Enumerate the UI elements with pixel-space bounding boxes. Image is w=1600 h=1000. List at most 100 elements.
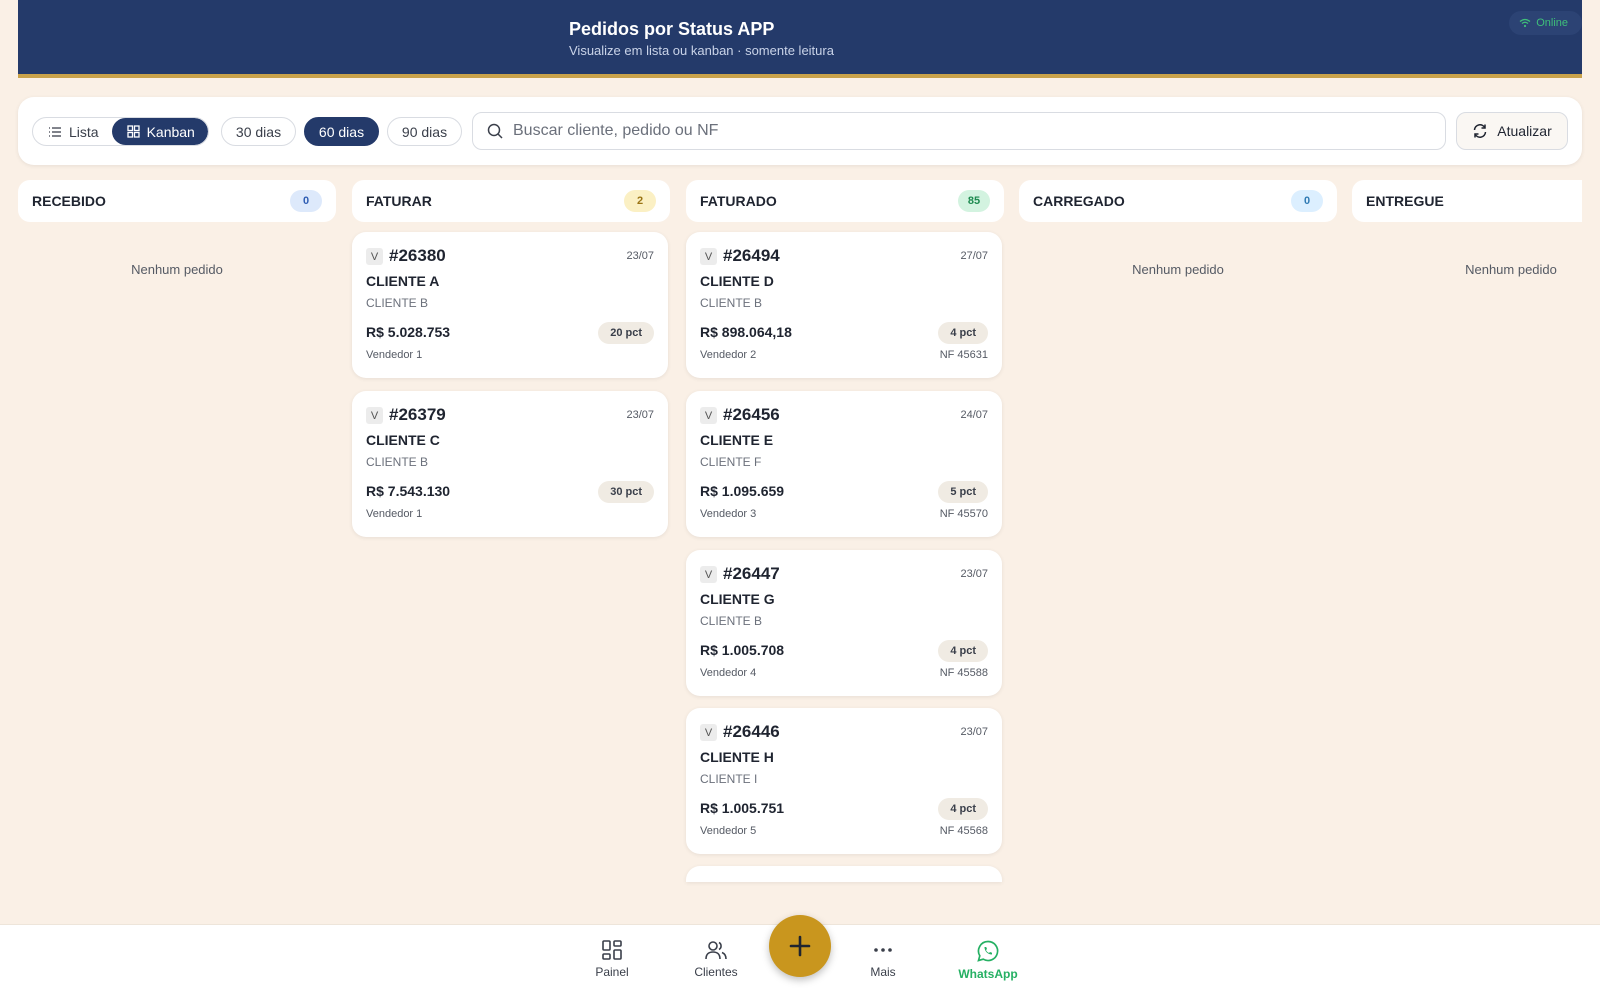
order-value: R$ 5.028.753 (366, 324, 451, 340)
order-date: 23/07 (626, 409, 654, 421)
order-card[interactable]: V #26446 23/07 CLIENTE H CLIENTE I R$ 1.… (686, 708, 1002, 854)
client-secondary: CLIENTE B (700, 296, 763, 310)
order-number: #26379 (389, 405, 446, 424)
order-number: #26446 (723, 722, 780, 741)
order-card[interactable]: V #26456 24/07 CLIENTE E CLIENTE F R$ 1.… (686, 391, 1002, 537)
order-number: #26494 (723, 246, 780, 265)
column-header: FATURADO 85 (686, 180, 1004, 222)
seller-name: Vendedor 3 (700, 508, 757, 520)
page-subtitle: Visualize em lista ou kanban · somente l… (569, 43, 834, 58)
refresh-icon (1474, 124, 1487, 138)
order-number: #26456 (723, 405, 780, 424)
online-status-badge: Online (1509, 11, 1582, 35)
dashboard-icon (602, 940, 622, 960)
search-input[interactable] (513, 122, 1413, 140)
column-carregado: CARREGADO 0 Nenhum pedido (1019, 180, 1337, 277)
column-title: FATURAR (366, 193, 432, 209)
order-card[interactable]: V #26380 23/07 CLIENTE A CLIENTE B R$ 5.… (352, 232, 668, 378)
nav-whatsapp[interactable]: WhatsApp (948, 939, 1028, 981)
column-faturar: FATURAR 2 V #26380 23/07 CLIENTE A CLIEN… (352, 180, 670, 537)
order-date: 23/07 (960, 726, 988, 738)
grid-icon (126, 125, 140, 138)
nav-mais-label: Mais (870, 965, 896, 979)
order-type-tag: V (366, 407, 383, 424)
column-header: ENTREGUE (1352, 180, 1582, 222)
empty-message: Nenhum pedido (131, 262, 223, 277)
app-header: Pedidos por Status APP Visualize em list… (18, 0, 1582, 78)
empty-message: Nenhum pedido (1132, 262, 1224, 277)
order-card[interactable]: V #26379 23/07 CLIENTE C CLIENTE B R$ 7.… (352, 391, 668, 537)
order-type-tag: V (700, 248, 717, 265)
refresh-button[interactable]: Atualizar (1456, 112, 1568, 150)
count-badge: 85 (958, 190, 990, 212)
column-entregue: ENTREGUE Nenhum pedido (1352, 180, 1582, 277)
view-toggle: Lista Kanban (32, 117, 209, 146)
users-icon (705, 941, 727, 960)
invoice-number: NF 45568 (939, 825, 988, 837)
period-30-button[interactable]: 30 dias (221, 117, 296, 146)
nav-mais[interactable]: Mais (843, 939, 923, 979)
more-icon (874, 948, 892, 952)
add-order-fab[interactable] (769, 915, 831, 977)
list-icon (49, 126, 61, 137)
order-card-partial[interactable] (686, 866, 1002, 882)
count-badge: 0 (1291, 190, 1323, 212)
column-header: CARREGADO 0 (1019, 180, 1337, 222)
invoice-number: NF 45570 (939, 508, 988, 520)
seller-name: Vendedor 4 (700, 667, 757, 679)
whatsapp-icon (977, 940, 999, 962)
order-number: #26447 (723, 564, 780, 583)
column-title: RECEBIDO (32, 193, 106, 209)
client-secondary: CLIENTE I (700, 772, 758, 786)
nav-painel-label: Painel (595, 965, 629, 979)
column-title: FATURADO (700, 193, 777, 209)
view-kanban-label: Kanban (146, 123, 195, 140)
client-secondary: CLIENTE B (366, 296, 429, 310)
nav-whatsapp-label: WhatsApp (958, 967, 1018, 981)
view-list-label: Lista (69, 123, 99, 140)
column-title: CARREGADO (1033, 193, 1125, 209)
view-list-button[interactable]: Lista (33, 118, 112, 145)
plus-icon (789, 935, 811, 957)
period-60-button[interactable]: 60 dias (304, 117, 379, 146)
order-card[interactable]: V #26447 23/07 CLIENTE G CLIENTE B R$ 1.… (686, 550, 1002, 696)
order-type-tag: V (700, 566, 717, 583)
search-box (472, 112, 1446, 150)
nav-painel[interactable]: Painel (572, 939, 652, 979)
client-name: CLIENTE E (700, 432, 774, 448)
nav-clientes[interactable]: Clientes (676, 939, 756, 979)
client-secondary: CLIENTE B (366, 455, 429, 469)
client-name: CLIENTE A (366, 273, 440, 289)
order-date: 27/07 (960, 250, 988, 262)
column-header: RECEBIDO 0 (18, 180, 336, 222)
client-secondary: CLIENTE F (700, 455, 762, 469)
order-number: #26380 (389, 246, 446, 265)
view-kanban-button[interactable]: Kanban (111, 118, 208, 145)
invoice-number: NF 45631 (939, 349, 988, 361)
client-name: CLIENTE G (700, 591, 775, 607)
seller-name: Vendedor 2 (700, 349, 757, 361)
order-type-tag: V (700, 724, 717, 741)
nav-clientes-label: Clientes (694, 965, 738, 979)
order-date: 23/07 (626, 250, 654, 262)
period-90-button[interactable]: 90 dias (387, 117, 462, 146)
package-count-badge: 4 pct (938, 322, 988, 344)
client-name: CLIENTE H (700, 749, 774, 765)
order-value: R$ 1.005.708 (700, 642, 785, 658)
seller-name: Vendedor 1 (366, 349, 423, 361)
order-date: 24/07 (960, 409, 988, 421)
column-recebido: RECEBIDO 0 Nenhum pedido (18, 180, 336, 277)
count-badge: 0 (290, 190, 322, 212)
column-title: ENTREGUE (1366, 193, 1444, 209)
package-count-badge: 4 pct (938, 640, 988, 662)
package-count-badge: 30 pct (598, 481, 654, 503)
order-type-tag: V (366, 248, 383, 265)
page-title: Pedidos por Status APP (569, 19, 775, 39)
online-status-label: Online (1536, 17, 1568, 29)
order-date: 23/07 (960, 568, 988, 580)
refresh-label: Atualizar (1497, 123, 1552, 139)
column-header: FATURAR 2 (352, 180, 670, 222)
search-icon (487, 123, 503, 139)
order-card[interactable]: V #26494 27/07 CLIENTE D CLIENTE B R$ 89… (686, 232, 1002, 378)
order-value: R$ 7.543.130 (366, 483, 451, 499)
